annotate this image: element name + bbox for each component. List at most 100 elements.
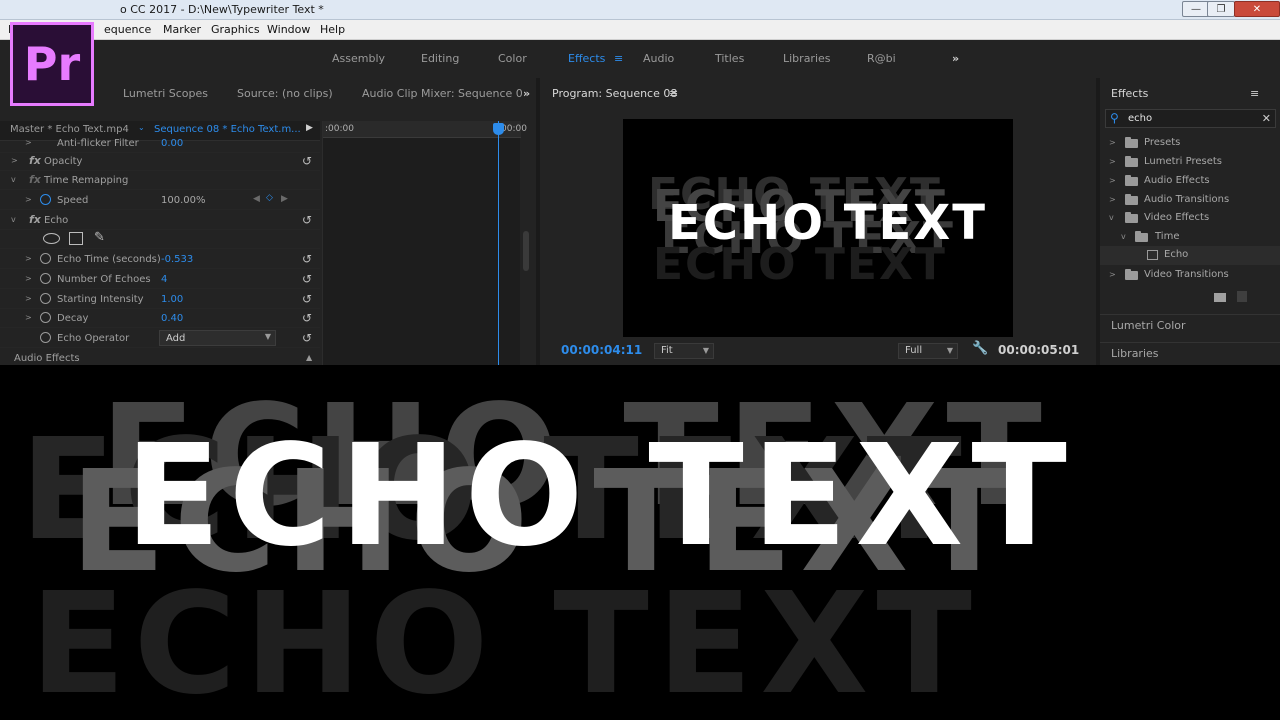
scrollbar[interactable] xyxy=(523,231,529,271)
tree-item-presets[interactable]: > Presets xyxy=(1100,134,1280,153)
play-triangle-icon[interactable]: ▶ xyxy=(306,123,313,133)
menu-help[interactable]: Help xyxy=(320,23,345,36)
twirl-icon[interactable]: > xyxy=(25,274,32,283)
pen-mask-icon[interactable]: ✎ xyxy=(94,230,105,245)
next-keyframe-icon[interactable]: ▶ xyxy=(281,194,288,204)
reset-icon[interactable]: ↺ xyxy=(302,331,312,345)
quality-dropdown[interactable]: Full ▼ xyxy=(898,343,958,359)
workspace-audio[interactable]: Audio xyxy=(643,52,674,65)
property-echo-time: > Echo Time (seconds) -0.533 ↺ xyxy=(0,250,320,269)
reset-icon[interactable]: ↺ xyxy=(302,311,312,325)
effect-timeline[interactable]: :00:00 00:00 xyxy=(322,121,529,365)
reset-icon[interactable]: ↺ xyxy=(302,252,312,266)
twirl-icon[interactable]: > xyxy=(1109,195,1116,204)
maximize-button[interactable]: ❐ xyxy=(1207,1,1235,17)
workspace-menu-icon[interactable]: ≡ xyxy=(614,52,623,65)
menu-sequence[interactable]: equence xyxy=(104,23,151,36)
tree-item-lumetri-presets[interactable]: > Lumetri Presets xyxy=(1100,153,1280,172)
fx-icon[interactable]: fx xyxy=(29,213,41,226)
libraries-panel[interactable]: Libraries xyxy=(1100,342,1280,365)
tree-item-audio-effects[interactable]: > Audio Effects xyxy=(1100,172,1280,191)
program-frame[interactable]: ECHO TEXT ECHO TEXT ECHO TEXT ECHO TEXT … xyxy=(623,119,1013,337)
stopwatch-icon[interactable] xyxy=(40,194,51,205)
property-value[interactable]: 0.40 xyxy=(161,313,183,324)
tree-item-audio-transitions[interactable]: > Audio Transitions xyxy=(1100,191,1280,210)
twirl-down-icon[interactable]: v xyxy=(11,175,16,184)
twirl-icon[interactable]: > xyxy=(25,254,32,263)
rectangle-mask-icon[interactable] xyxy=(69,232,83,245)
minimize-button[interactable]: — xyxy=(1182,1,1210,17)
stopwatch-icon[interactable] xyxy=(40,253,51,264)
twirl-icon[interactable]: > xyxy=(25,138,32,147)
stopwatch-icon[interactable] xyxy=(40,312,51,323)
keyframe-icon[interactable]: ◇ xyxy=(266,193,273,203)
menu-graphics[interactable]: Graphics xyxy=(211,23,260,36)
tree-item-video-effects[interactable]: v Video Effects xyxy=(1100,209,1280,228)
tab-lumetri-scopes[interactable]: Lumetri Scopes xyxy=(123,87,208,100)
new-bin-icon[interactable] xyxy=(1214,293,1226,302)
tab-source[interactable]: Source: (no clips) xyxy=(237,87,333,100)
fit-dropdown[interactable]: Fit ▼ xyxy=(654,343,714,359)
panel-menu-icon[interactable]: ≡ xyxy=(1250,87,1259,100)
twirl-down-icon[interactable]: v xyxy=(1109,213,1114,222)
twirl-icon[interactable]: > xyxy=(1109,270,1116,279)
menu-window[interactable]: Window xyxy=(267,23,310,36)
twirl-icon[interactable]: > xyxy=(1109,138,1116,147)
workspace-assembly[interactable]: Assembly xyxy=(332,52,385,65)
workspace-editing[interactable]: Editing xyxy=(421,52,459,65)
prev-keyframe-icon[interactable]: ◀ xyxy=(253,194,260,204)
workspace-rabi[interactable]: R@bi xyxy=(867,52,896,65)
property-value[interactable]: 4 xyxy=(161,274,167,285)
tree-item-video-transitions[interactable]: > Video Transitions xyxy=(1100,266,1280,285)
echo-operator-dropdown[interactable]: Add ▼ xyxy=(159,330,276,346)
menu-marker[interactable]: Marker xyxy=(163,23,201,36)
close-button[interactable]: ✕ xyxy=(1234,1,1280,17)
property-value[interactable]: 100.00% xyxy=(161,195,206,206)
property-value[interactable]: 1.00 xyxy=(161,294,183,305)
property-value[interactable]: 0.00 xyxy=(161,138,183,149)
workspace-color[interactable]: Color xyxy=(498,52,527,65)
time-ruler[interactable]: :00:00 00:00 xyxy=(323,121,527,138)
tree-item-time[interactable]: v Time xyxy=(1100,228,1280,247)
collapse-icon[interactable]: ▲ xyxy=(306,353,312,362)
property-value[interactable]: -0.533 xyxy=(161,254,193,265)
twirl-icon[interactable]: > xyxy=(25,313,32,322)
tab-audio-clip-mixer[interactable]: Audio Clip Mixer: Sequence 0 xyxy=(362,87,523,100)
playhead[interactable] xyxy=(498,121,499,365)
stopwatch-icon[interactable] xyxy=(40,273,51,284)
workspace-titles[interactable]: Titles xyxy=(715,52,744,65)
duration-timecode: 00:00:05:01 xyxy=(998,343,1080,357)
fx-icon[interactable]: fx xyxy=(29,173,41,186)
program-title[interactable]: Program: Sequence 08 xyxy=(552,87,677,100)
stopwatch-icon[interactable] xyxy=(40,332,51,343)
lumetri-color-panel[interactable]: Lumetri Color xyxy=(1100,314,1280,336)
trash-icon[interactable] xyxy=(1237,291,1247,302)
clear-search-icon[interactable]: ✕ xyxy=(1262,112,1271,125)
twirl-down-icon[interactable]: v xyxy=(1121,232,1126,241)
reset-icon[interactable]: ↺ xyxy=(302,213,312,227)
reset-icon[interactable]: ↺ xyxy=(302,292,312,306)
effects-search-field[interactable]: ⚲ echo ✕ xyxy=(1105,109,1276,128)
search-value[interactable]: echo xyxy=(1128,113,1152,124)
fx-icon[interactable]: fx xyxy=(29,154,41,167)
effects-title[interactable]: Effects xyxy=(1111,87,1148,100)
current-timecode[interactable]: 00:00:04:11 xyxy=(561,343,642,357)
panel-overflow-icon[interactable]: » xyxy=(523,87,530,100)
twirl-icon[interactable]: > xyxy=(25,195,32,204)
workspace-overflow-icon[interactable]: » xyxy=(952,52,959,65)
workspace-effects[interactable]: Effects xyxy=(568,52,605,65)
reset-icon[interactable]: ↺ xyxy=(302,154,312,168)
playhead-handle[interactable] xyxy=(493,123,504,135)
reset-icon[interactable]: ↺ xyxy=(302,272,312,286)
tree-item-echo[interactable]: Echo xyxy=(1100,246,1280,265)
twirl-icon[interactable]: > xyxy=(25,294,32,303)
workspace-libraries[interactable]: Libraries xyxy=(783,52,831,65)
twirl-icon[interactable]: > xyxy=(1109,176,1116,185)
twirl-down-icon[interactable]: v xyxy=(11,215,16,224)
wrench-icon[interactable]: 🔧 xyxy=(972,341,988,356)
twirl-icon[interactable]: > xyxy=(11,156,18,165)
stopwatch-icon[interactable] xyxy=(40,293,51,304)
ellipse-mask-icon[interactable] xyxy=(43,233,60,244)
panel-menu-icon[interactable]: ≡ xyxy=(669,87,678,100)
twirl-icon[interactable]: > xyxy=(1109,157,1116,166)
